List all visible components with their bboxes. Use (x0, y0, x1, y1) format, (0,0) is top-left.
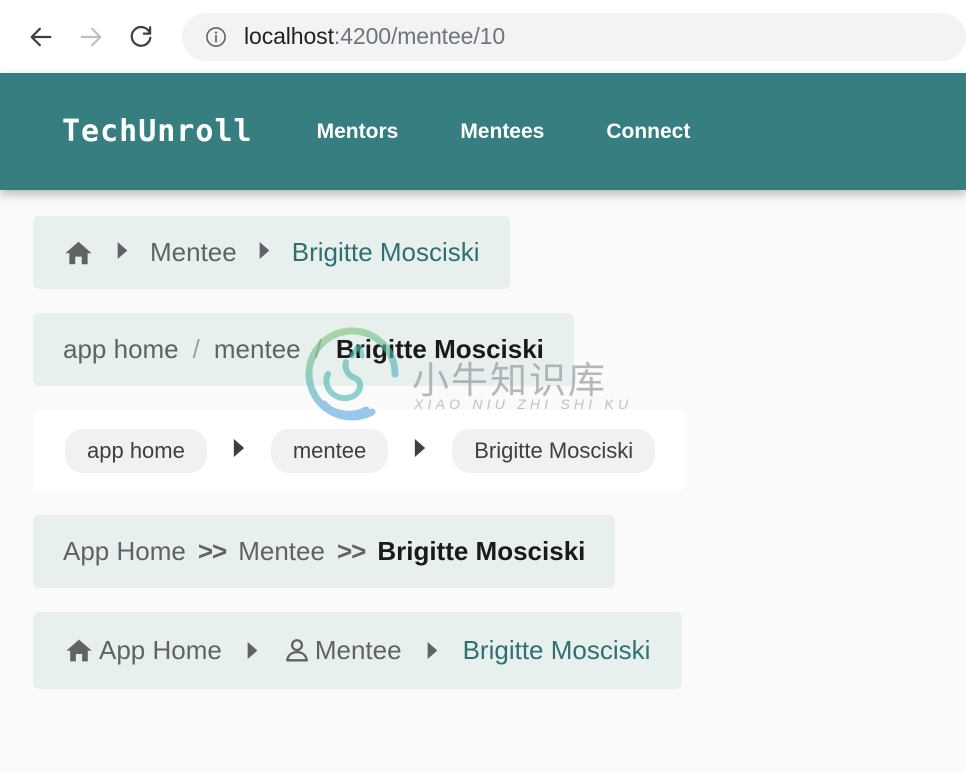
breadcrumb-item-app-home-label: App Home (99, 635, 222, 665)
back-button[interactable] (18, 14, 64, 60)
arrow-right-icon (80, 27, 102, 46)
breadcrumb-row-4-wrapper: App Home >> Mentee >> Brigitte Mosciski (33, 515, 966, 612)
separator-double-angle-1: >> (197, 536, 227, 566)
breadcrumb-row-1-wrapper: Mentee Brigitte Mosciski (33, 216, 966, 313)
breadcrumb-item-app-home[interactable]: app home (63, 334, 179, 365)
home-icon (66, 639, 92, 662)
breadcrumb-icon-home-arrow: Mentee Brigitte Mosciski (33, 216, 510, 289)
breadcrumb-item-mentee[interactable]: Mentee (283, 635, 402, 666)
separator-triangle-1 (246, 635, 259, 666)
breadcrumb-slash-lowercase: app home / mentee / Brigitte Mosciski (33, 313, 574, 386)
triangle-right-icon (247, 642, 258, 659)
breadcrumb-item-mentee[interactable]: Mentee (238, 536, 325, 567)
triangle-right-icon (233, 439, 245, 457)
triangle-right-icon (427, 642, 437, 659)
nav-link-mentors[interactable]: Mentors (317, 120, 399, 144)
site-info-icon[interactable] (204, 25, 228, 49)
page-content: 小牛知识库 XIAO NIU ZHI SHI KU Mentee Brigitt (0, 190, 966, 772)
breadcrumb-chips: app home mentee Brigitte Mosciski (33, 410, 686, 491)
breadcrumb-item-mentee-label: Mentee (314, 635, 402, 665)
breadcrumb-item-current[interactable]: Brigitte Mosciski (463, 635, 651, 666)
separator-triangle-2 (258, 241, 271, 264)
breadcrumb-double-angle: App Home >> Mentee >> Brigitte Mosciski (33, 515, 616, 588)
separator-double-angle-2: >> (336, 536, 366, 566)
separator-triangle-2 (413, 439, 427, 462)
breadcrumb-item-app-home[interactable]: App Home (63, 536, 186, 567)
arrow-left-icon (30, 27, 52, 46)
separator-triangle-2 (426, 635, 439, 666)
breadcrumb-item-home[interactable] (62, 238, 95, 268)
breadcrumb-item-current: Brigitte Mosciski (335, 334, 544, 364)
breadcrumb-row-5-wrapper: App Home Mentee Brigitte Mosciski (33, 612, 966, 713)
triangle-right-icon (415, 439, 426, 457)
separator-slash-1: / (192, 334, 200, 364)
breadcrumb-item-app-home[interactable]: App Home (63, 635, 222, 666)
breadcrumb-row-3-wrapper: app home mentee Brigitte Mosciski (33, 410, 966, 515)
triangle-right-icon (259, 241, 270, 259)
breadcrumb-item-current[interactable]: Brigitte Mosciski (292, 237, 480, 268)
url-path: :4200/mentee/10 (333, 23, 506, 49)
address-bar[interactable]: localhost:4200/mentee/10 (182, 12, 966, 61)
breadcrumb-chip-current[interactable]: Brigitte Mosciski (452, 428, 656, 473)
url-text[interactable]: localhost:4200/mentee/10 (244, 23, 505, 50)
breadcrumb-item-mentee[interactable]: Mentee (150, 237, 237, 268)
person-icon (285, 639, 308, 662)
breadcrumb-item-mentee[interactable]: mentee (214, 334, 301, 365)
browser-chrome: localhost:4200/mentee/10 (0, 0, 966, 73)
triangle-right-icon (117, 241, 128, 259)
separator-slash-2: / (314, 334, 322, 364)
forward-button[interactable] (68, 14, 114, 60)
url-host: localhost (244, 23, 334, 49)
reload-button[interactable] (118, 14, 164, 60)
nav-link-connect[interactable]: Connect (606, 120, 690, 144)
app-navbar: TechUnroll Mentors Mentees Connect (0, 73, 966, 190)
reload-icon (130, 25, 152, 47)
separator-triangle-1 (232, 439, 246, 462)
nav-link-mentees[interactable]: Mentees (460, 120, 544, 144)
breadcrumb-chip-mentee[interactable]: mentee (270, 428, 389, 473)
nav-links: Mentors Mentees Connect (317, 120, 691, 144)
separator-triangle-1 (116, 241, 129, 264)
breadcrumb-item-current: Brigitte Mosciski (377, 536, 586, 566)
breadcrumb-row-2-wrapper: app home / mentee / Brigitte Mosciski (33, 313, 966, 410)
breadcrumb-icons-with-labels: App Home Mentee Brigitte Mosciski (33, 612, 683, 689)
home-icon (65, 241, 92, 264)
breadcrumb-chip-app-home[interactable]: app home (65, 428, 207, 473)
brand-logo[interactable]: TechUnroll (62, 114, 253, 149)
